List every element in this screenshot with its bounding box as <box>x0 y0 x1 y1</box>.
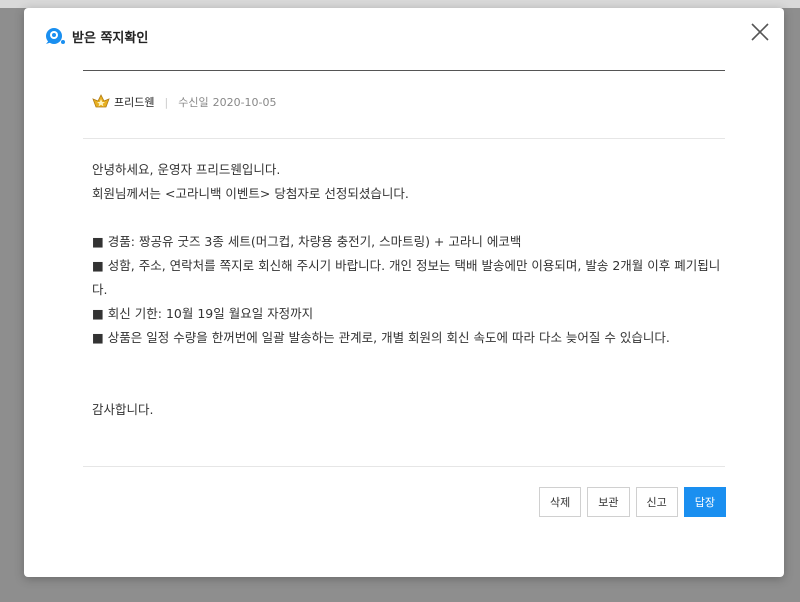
background-strip <box>0 0 800 8</box>
message-line: ■ 회신 기한: 10월 19일 월요일 자정까지 <box>92 306 314 321</box>
sender-name[interactable]: 프리드웬 <box>114 94 154 110</box>
site-logo-icon <box>46 28 65 44</box>
message-body: 안녕하세요, 운영자 프리드웬입니다. 회원님께서는 <고라니백 이벤트> 당첨… <box>92 158 722 422</box>
keep-button[interactable]: 보관 <box>587 487 630 517</box>
report-button[interactable]: 신고 <box>635 487 678 517</box>
reply-button[interactable]: 답장 <box>683 487 726 517</box>
message-line: 안녕하세요, 운영자 프리드웬입니다. <box>92 162 281 177</box>
body-divider <box>83 466 725 467</box>
message-line: ■ 경품: 짱공유 굿즈 3종 세트(머그컵, 차량용 충전기, 스마트링) +… <box>92 234 522 249</box>
action-bar: 삭제 보관 신고 답장 <box>539 487 726 517</box>
dialog-header: 받은 쪽지확인 <box>44 22 764 50</box>
message-line: ■ 상품은 일정 수량을 한꺼번에 일괄 발송하는 관계로, 개별 회원의 회신… <box>92 330 670 345</box>
message-line: 회원님께서는 <고라니백 이벤트> 당첨자로 선정되셨습니다. <box>92 186 409 201</box>
admin-badge-icon <box>92 94 110 108</box>
delete-button[interactable]: 삭제 <box>539 487 582 517</box>
meta-divider <box>83 138 725 139</box>
received-date-label: 수신일 <box>178 96 209 109</box>
message-dialog: 받은 쪽지확인 프리드웬 | 수신일 2020-10-05 안녕하세요, 운영자… <box>24 8 784 577</box>
header-divider <box>83 70 725 71</box>
dialog-title: 받은 쪽지확인 <box>72 30 149 46</box>
close-icon[interactable] <box>748 20 772 44</box>
message-meta: 프리드웬 | 수신일 2020-10-05 <box>92 93 277 111</box>
meta-separator: | <box>164 95 169 109</box>
message-line: 감사합니다. <box>92 402 154 417</box>
message-line: ■ 성함, 주소, 연락처를 쪽지로 회신해 주시기 바랍니다. 개인 정보는 … <box>92 258 721 297</box>
received-date: 2020-10-05 <box>212 95 277 109</box>
